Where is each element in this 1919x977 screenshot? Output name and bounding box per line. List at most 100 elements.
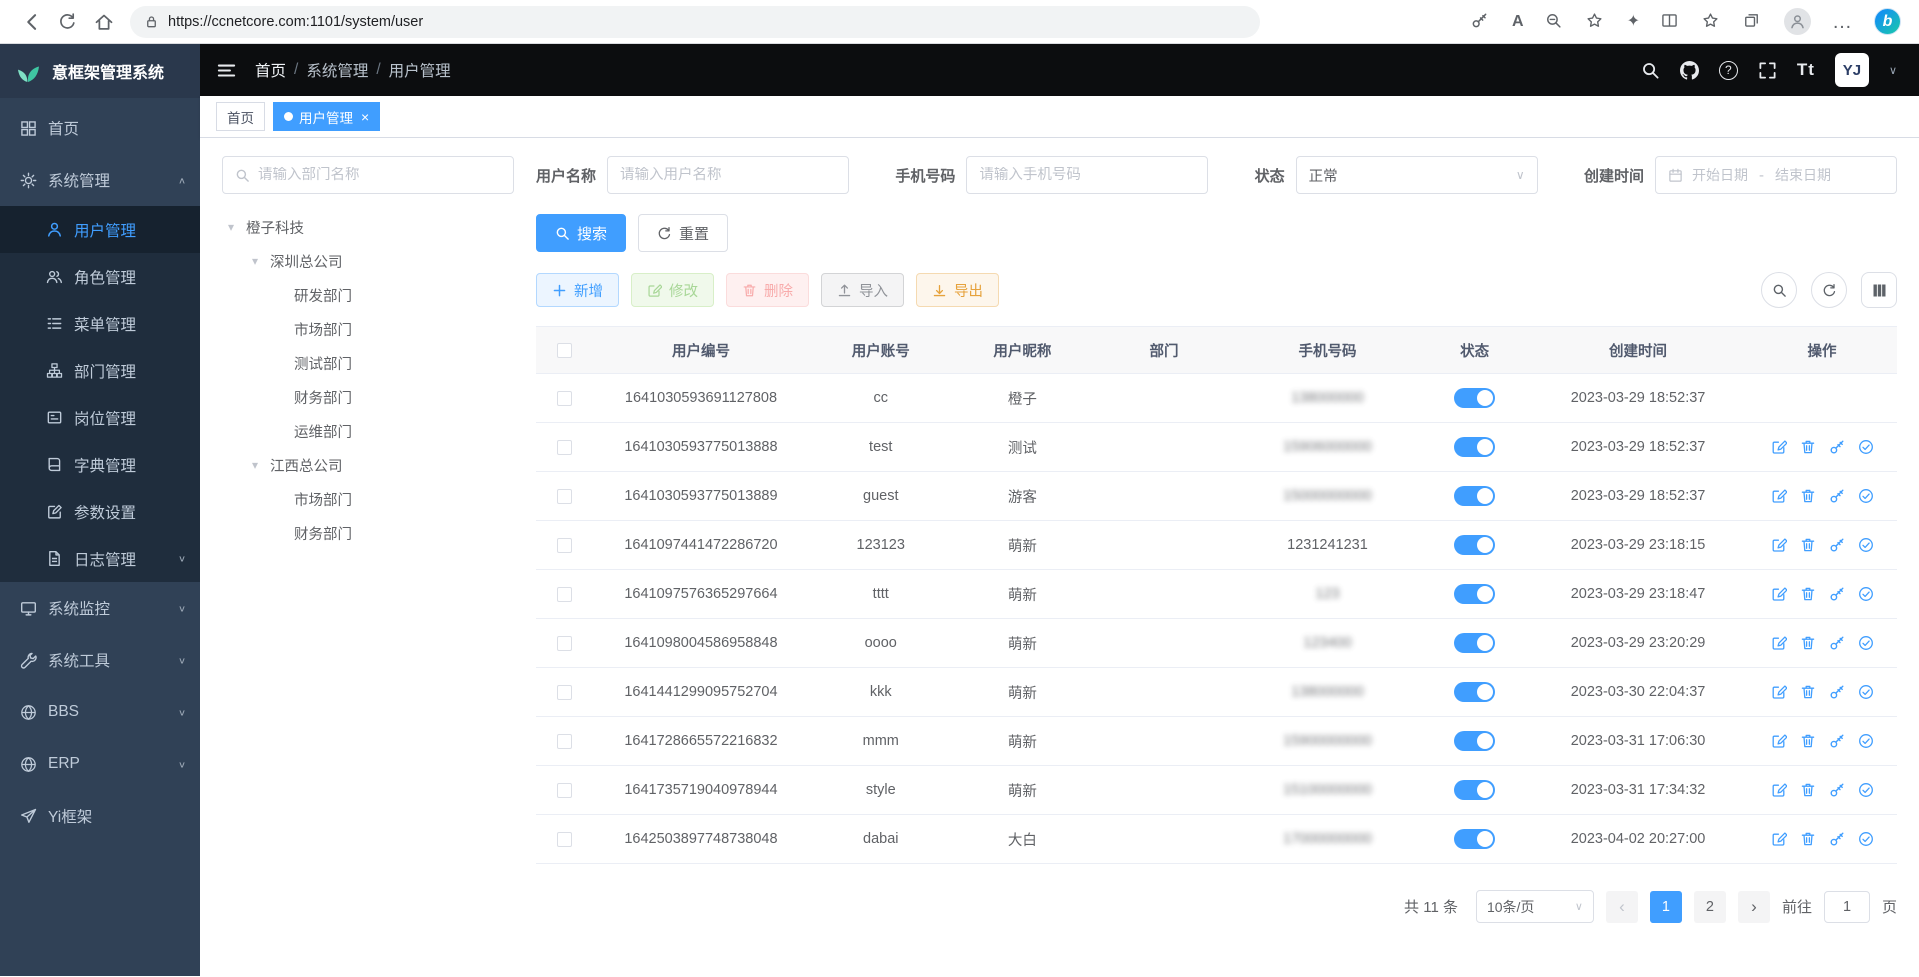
header-search-icon[interactable] [1641, 61, 1660, 80]
status-toggle[interactable] [1454, 437, 1495, 457]
sidebar-item[interactable]: 角色管理 [0, 253, 200, 300]
read-aloud-icon[interactable]: A [1512, 14, 1524, 30]
user-avatar[interactable]: YJ [1835, 53, 1869, 87]
status-toggle[interactable] [1454, 682, 1495, 702]
sidebar-item[interactable]: 首页 [0, 102, 200, 154]
collections-icon[interactable] [1743, 12, 1763, 32]
status-toggle[interactable] [1454, 731, 1495, 751]
assign-role-check-icon[interactable] [1858, 635, 1874, 651]
row-checkbox[interactable] [557, 734, 572, 749]
reset-password-key-icon[interactable] [1829, 831, 1845, 847]
help-icon[interactable]: ? [1719, 61, 1738, 80]
add-button[interactable]: 新增 [536, 273, 619, 307]
add-favorite-icon[interactable] [1586, 12, 1606, 32]
trash-icon[interactable] [1800, 439, 1816, 455]
toggle-search-button[interactable] [1761, 272, 1797, 308]
edit-icon[interactable] [1771, 831, 1787, 847]
tree-expand-icon[interactable]: ▾ [252, 458, 270, 472]
page-number-button[interactable]: 1 [1650, 891, 1682, 923]
avatar-caret-icon[interactable]: ∨ [1889, 64, 1897, 77]
status-toggle[interactable] [1454, 486, 1495, 506]
reset-password-key-icon[interactable] [1829, 537, 1845, 553]
reset-button[interactable]: 重置 [638, 214, 728, 252]
reset-password-key-icon[interactable] [1829, 586, 1845, 602]
row-checkbox[interactable] [557, 440, 572, 455]
modify-button[interactable]: 修改 [631, 273, 714, 307]
username-input[interactable] [620, 167, 836, 183]
row-checkbox[interactable] [557, 832, 572, 847]
dept-search-input[interactable] [258, 167, 501, 183]
edit-icon[interactable] [1771, 733, 1787, 749]
reset-password-key-icon[interactable] [1829, 488, 1845, 504]
tag-close-icon[interactable]: × [361, 109, 369, 125]
tree-node[interactable]: 财务部门 [222, 516, 514, 550]
tree-node[interactable]: 市场部门 [222, 312, 514, 346]
row-checkbox[interactable] [557, 391, 572, 406]
page-number-button[interactable]: 2 [1694, 891, 1726, 923]
sidebar-item[interactable]: 系统工具 ∨ [0, 634, 200, 686]
reload-icon[interactable] [58, 12, 78, 32]
edit-icon[interactable] [1771, 782, 1787, 798]
row-checkbox[interactable] [557, 783, 572, 798]
export-button[interactable]: 导出 [916, 273, 999, 307]
assign-role-check-icon[interactable] [1858, 684, 1874, 700]
status-toggle[interactable] [1454, 388, 1495, 408]
sidebar-item[interactable]: 日志管理 ∨ [0, 535, 200, 582]
tree-node[interactable]: ▾ 深圳总公司 [222, 244, 514, 278]
tree-node[interactable]: 运维部门 [222, 414, 514, 448]
tag[interactable]: 首页 × [216, 102, 265, 131]
home-icon[interactable] [94, 12, 114, 32]
breadcrumb-link[interactable]: 首页 [255, 59, 286, 81]
trash-icon[interactable] [1800, 733, 1816, 749]
date-range-picker[interactable]: 开始日期 - 结束日期 [1655, 156, 1897, 194]
assign-role-check-icon[interactable] [1858, 831, 1874, 847]
breadcrumb-link[interactable]: 系统管理 [306, 59, 368, 81]
columns-toggle-button[interactable] [1861, 272, 1897, 308]
status-toggle[interactable] [1454, 584, 1495, 604]
trash-icon[interactable] [1800, 831, 1816, 847]
tree-node[interactable]: 市场部门 [222, 482, 514, 516]
row-checkbox[interactable] [557, 685, 572, 700]
sidebar-item[interactable]: 岗位管理 [0, 394, 200, 441]
password-key-icon[interactable] [1471, 12, 1491, 32]
trash-icon[interactable] [1800, 635, 1816, 651]
trash-icon[interactable] [1800, 782, 1816, 798]
select-all-checkbox[interactable] [557, 343, 572, 358]
row-checkbox[interactable] [557, 636, 572, 651]
tree-node[interactable]: 测试部门 [222, 346, 514, 380]
browser-essentials-icon[interactable]: ✦ [1627, 14, 1640, 30]
status-toggle[interactable] [1454, 829, 1495, 849]
sidebar-item[interactable]: BBS ∨ [0, 686, 200, 738]
assign-role-check-icon[interactable] [1858, 488, 1874, 504]
phone-input[interactable] [979, 167, 1195, 183]
browser-profile-avatar[interactable] [1784, 8, 1811, 35]
reset-password-key-icon[interactable] [1829, 635, 1845, 651]
edit-icon[interactable] [1771, 439, 1787, 455]
reset-password-key-icon[interactable] [1829, 782, 1845, 798]
import-button[interactable]: 导入 [821, 273, 904, 307]
tree-node[interactable]: ▾ 江西总公司 [222, 448, 514, 482]
status-select[interactable]: 正常 ∨ [1296, 156, 1538, 194]
assign-role-check-icon[interactable] [1858, 782, 1874, 798]
sidebar-item[interactable]: 用户管理 [0, 206, 200, 253]
delete-button[interactable]: 删除 [726, 273, 809, 307]
reset-password-key-icon[interactable] [1829, 439, 1845, 455]
sidebar-item[interactable]: 参数设置 [0, 488, 200, 535]
edit-icon[interactable] [1771, 586, 1787, 602]
menu-toggle-icon[interactable] [216, 60, 237, 81]
sidebar-item[interactable]: 部门管理 [0, 347, 200, 394]
search-button[interactable]: 搜索 [536, 214, 626, 252]
assign-role-check-icon[interactable] [1858, 733, 1874, 749]
reset-password-key-icon[interactable] [1829, 733, 1845, 749]
page-size-select[interactable]: 10条/页 ∨ [1476, 890, 1594, 923]
row-checkbox[interactable] [557, 489, 572, 504]
trash-icon[interactable] [1800, 537, 1816, 553]
trash-icon[interactable] [1800, 684, 1816, 700]
sidebar-item[interactable]: 字典管理 [0, 441, 200, 488]
edit-icon[interactable] [1771, 537, 1787, 553]
fullscreen-icon[interactable] [1758, 61, 1777, 80]
sidebar-item[interactable]: 菜单管理 [0, 300, 200, 347]
edit-icon[interactable] [1771, 684, 1787, 700]
favorites-bar-icon[interactable] [1702, 12, 1722, 32]
zoom-out-icon[interactable] [1545, 12, 1565, 32]
